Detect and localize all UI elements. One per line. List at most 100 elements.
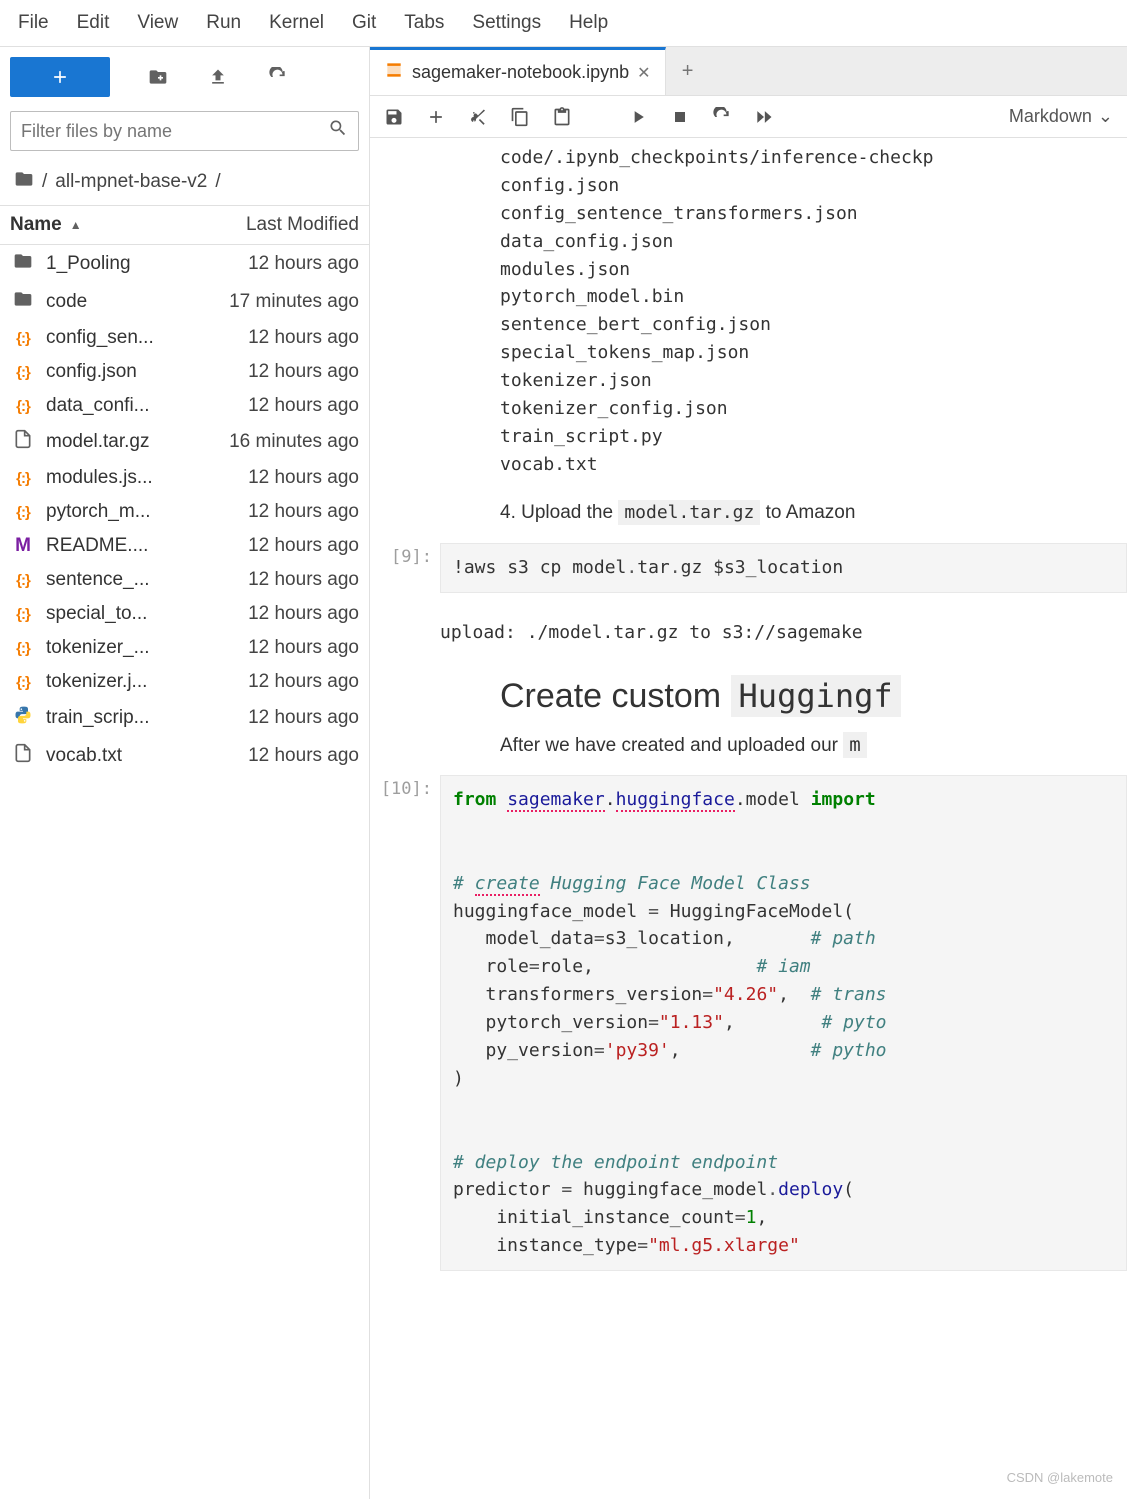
md-icon: M (10, 535, 36, 557)
save-button[interactable] (384, 107, 404, 127)
json-icon: {:} (10, 504, 36, 521)
new-folder-button[interactable] (146, 65, 170, 89)
run-button[interactable] (628, 107, 648, 127)
file-name: data_confi... (46, 395, 248, 417)
code-input[interactable]: from sagemaker.huggingface.model import … (440, 775, 1127, 1271)
file-modified: 12 hours ago (248, 395, 359, 417)
close-icon[interactable]: ✕ (637, 63, 650, 83)
breadcrumb-sep: / (215, 171, 220, 193)
menu-edit[interactable]: Edit (63, 6, 124, 40)
json-icon: {:} (10, 398, 36, 415)
file-name: pytorch_m... (46, 501, 248, 523)
code-cell[interactable]: [10]: from sagemaker.huggingface.model i… (370, 769, 1127, 1277)
menu-git[interactable]: Git (338, 6, 390, 40)
new-launcher-button[interactable] (10, 57, 110, 97)
file-row[interactable]: {:}config.json12 hours ago (0, 355, 369, 389)
stop-button[interactable] (670, 107, 690, 127)
file-name: modules.js... (46, 467, 248, 489)
restart-run-all-button[interactable] (754, 107, 774, 127)
file-row[interactable]: code17 minutes ago (0, 283, 369, 321)
file-row[interactable]: M README....12 hours ago (0, 529, 369, 563)
filter-input-wrap[interactable] (10, 111, 359, 151)
insert-cell-button[interactable] (426, 107, 446, 127)
file-row[interactable]: {:} data_confi...12 hours ago (0, 389, 369, 423)
cell-prompt: [10]: (370, 769, 440, 1277)
file-modified: 12 hours ago (248, 535, 359, 557)
notebook-body[interactable]: code/.ipynb_checkpoints/inference-checkp… (370, 138, 1127, 1499)
file-modified: 12 hours ago (248, 671, 359, 693)
menu-view[interactable]: View (123, 6, 192, 40)
file-row[interactable]: {:}config_sen...12 hours ago (0, 321, 369, 355)
file-modified: 17 minutes ago (229, 291, 359, 313)
file-modified: 12 hours ago (248, 745, 359, 767)
tab-add-button[interactable]: + (666, 47, 710, 95)
menu-settings[interactable]: Settings (458, 6, 555, 40)
col-modified[interactable]: Last Modified (246, 214, 359, 236)
file-name: 1_Pooling (46, 253, 248, 275)
file-browser-sidebar: / all-mpnet-base-v2 / Name ▲ Last Modifi… (0, 47, 370, 1499)
file-modified: 12 hours ago (248, 501, 359, 523)
cut-button[interactable] (468, 107, 488, 127)
file-row[interactable]: {:}modules.js...12 hours ago (0, 461, 369, 495)
tab-bar: sagemaker-notebook.ipynb ✕ + (370, 47, 1127, 96)
notebook-panel: sagemaker-notebook.ipynb ✕ + Markdown ⌄ (370, 47, 1127, 1499)
cell-prompt: [9]: (370, 537, 440, 599)
watermark: CSDN @lakemote (1007, 1470, 1113, 1485)
code-cell[interactable]: [9]: !aws s3 cp model.tar.gz $s3_locatio… (370, 537, 1127, 599)
filelist-header: Name ▲ Last Modified (0, 205, 369, 245)
json-icon: {:} (10, 674, 36, 691)
menu-help[interactable]: Help (555, 6, 622, 40)
upload-button[interactable] (206, 65, 230, 89)
file-modified: 12 hours ago (248, 603, 359, 625)
file-row[interactable]: vocab.txt12 hours ago (0, 737, 369, 775)
file-list: 1_Pooling12 hours agocode17 minutes ago{… (0, 245, 369, 1499)
markdown-cell[interactable]: Create custom Huggingf After we have cre… (370, 653, 1127, 769)
copy-button[interactable] (510, 107, 530, 127)
menu-kernel[interactable]: Kernel (255, 6, 338, 40)
menu-tabs[interactable]: Tabs (390, 6, 458, 40)
breadcrumb-sep: / (42, 171, 47, 193)
file-name: sentence_... (46, 569, 248, 591)
tab-notebook[interactable]: sagemaker-notebook.ipynb ✕ (370, 47, 666, 95)
heading: Create custom Huggingf (440, 659, 1127, 724)
file-name: special_to... (46, 603, 248, 625)
file-row[interactable]: {:} pytorch_m...12 hours ago (0, 495, 369, 529)
file-row[interactable]: {:}sentence_...12 hours ago (0, 563, 369, 597)
file-modified: 12 hours ago (248, 253, 359, 275)
file-row[interactable]: {:} special_to...12 hours ago (0, 597, 369, 631)
notebook-toolbar: Markdown ⌄ (370, 96, 1127, 138)
markdown-cell[interactable]: 4. Upload the model.tar.gz to Amazon (370, 485, 1127, 538)
output-text: code/.ipynb_checkpoints/inference-checkp… (440, 144, 1127, 479)
file-row[interactable]: train_scrip...12 hours ago (0, 699, 369, 737)
file-name: train_scrip... (46, 707, 248, 729)
paste-button[interactable] (552, 107, 572, 127)
json-icon: {:} (10, 364, 36, 381)
json-icon: {:} (10, 572, 36, 589)
menu-run[interactable]: Run (192, 6, 255, 40)
refresh-button[interactable] (266, 65, 290, 89)
file-name: README.... (46, 535, 248, 557)
output-cell: code/.ipynb_checkpoints/inference-checkp… (370, 138, 1127, 485)
filter-input[interactable] (21, 121, 328, 142)
file-modified: 12 hours ago (248, 707, 359, 729)
folder-icon (10, 289, 36, 315)
file-name: tokenizer_... (46, 637, 248, 659)
menu-file[interactable]: File (4, 6, 63, 40)
breadcrumb-folder[interactable]: all-mpnet-base-v2 (55, 171, 207, 193)
code-input[interactable]: !aws s3 cp model.tar.gz $s3_location (440, 543, 1127, 593)
menubar: File Edit View Run Kernel Git Tabs Setti… (0, 0, 1127, 47)
cell-type-select[interactable]: Markdown ⌄ (1009, 106, 1113, 127)
file-row[interactable]: {:}tokenizer_...12 hours ago (0, 631, 369, 665)
file-modified: 12 hours ago (248, 637, 359, 659)
restart-button[interactable] (712, 107, 732, 127)
breadcrumb[interactable]: / all-mpnet-base-v2 / (0, 161, 369, 205)
file-modified: 12 hours ago (248, 467, 359, 489)
json-icon: {:} (10, 606, 36, 623)
file-row[interactable]: model.tar.gz16 minutes ago (0, 423, 369, 461)
folder-icon (10, 251, 36, 277)
file-row[interactable]: 1_Pooling12 hours ago (0, 245, 369, 283)
file-row[interactable]: {:}tokenizer.j...12 hours ago (0, 665, 369, 699)
sort-asc-icon: ▲ (70, 218, 82, 232)
col-name[interactable]: Name ▲ (10, 214, 246, 236)
notebook-icon (384, 60, 404, 85)
